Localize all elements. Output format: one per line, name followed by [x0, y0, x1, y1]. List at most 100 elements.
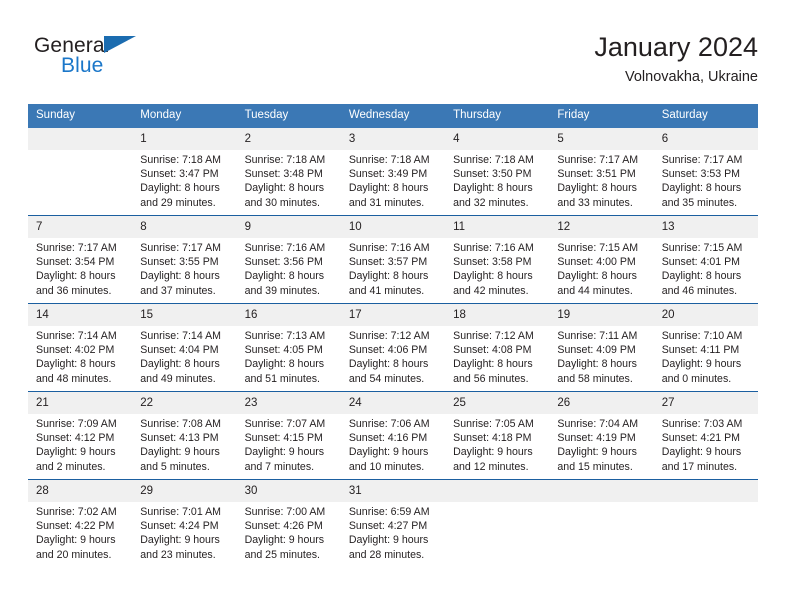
day-cell[interactable]: 3 Sunrise: 7:18 AM Sunset: 3:49 PM Daylight…	[340, 128, 446, 215]
day-cell[interactable]: 1 Sunrise: 7:18 AM Sunset: 3:47 PM Daylight…	[132, 128, 237, 215]
day-cell[interactable]: 27 Sunrise: 7:03 AM Sunset: 4:21 PM Dayligh…	[653, 392, 758, 479]
day-cell[interactable]: 30 Sunrise: 7:00 AM Sunset: 4:26 PM Dayligh…	[236, 480, 341, 567]
sunrise-line: Sunrise: 7:18 AM	[453, 154, 534, 166]
day-cell[interactable]: 7 Sunrise: 7:17 AM Sunset: 3:54 PM Daylight…	[28, 216, 133, 303]
calendar-cell: 14 Sunrise: 7:14 AM Sunset: 4:02 PM Dayligh…	[28, 303, 133, 392]
day-cell[interactable]: 26 Sunrise: 7:04 AM Sunset: 4:19 PM Dayligh…	[549, 392, 654, 479]
day-cell[interactable]: 5 Sunrise: 7:17 AM Sunset: 3:51 PM Daylight…	[549, 128, 654, 215]
calendar-cell: 17 Sunrise: 7:12 AM Sunset: 4:06 PM Dayligh…	[340, 303, 446, 392]
sunset-line: Sunset: 4:00 PM	[557, 256, 636, 269]
sunset-line: Sunset: 4:19 PM	[557, 432, 636, 445]
sunrise-line: Sunrise: 7:16 AM	[244, 242, 326, 254]
logo-text-blue: Blue	[61, 54, 104, 77]
calendar-week-row: 14 Sunrise: 7:14 AM Sunset: 4:02 PM Dayligh…	[28, 303, 758, 392]
sun-info: Sunrise: 7:02 AM Sunset: 4:22 PM Daylight:…	[28, 502, 132, 562]
day-cell[interactable]: 28 Sunrise: 7:02 AM Sunset: 4:22 PM Dayligh…	[28, 480, 133, 567]
calendar-cell: 4 Sunrise: 7:18 AM Sunset: 3:50 PM Daylight…	[445, 128, 550, 216]
day-cell[interactable]: 29 Sunrise: 7:01 AM Sunset: 4:24 PM Dayligh…	[132, 480, 237, 567]
daylight-line-1: Daylight: 8 hours	[348, 358, 429, 371]
sun-info: Sunrise: 7:15 AM Sunset: 4:00 PM Daylight:…	[549, 238, 653, 298]
sunset-line: Sunset: 4:27 PM	[348, 520, 428, 533]
calendar-cell: 31 Sunrise: 6:59 AM Sunset: 4:27 PM Dayligh…	[340, 479, 446, 567]
day-number: 3	[340, 128, 446, 150]
day-cell[interactable]: 31 Sunrise: 6:59 AM Sunset: 4:27 PM Dayligh…	[340, 480, 446, 567]
sunset-line: Sunset: 4:09 PM	[557, 344, 636, 357]
sun-info: Sunrise: 7:14 AM Sunset: 4:04 PM Daylight:…	[132, 326, 236, 386]
day-cell[interactable]: 18 Sunrise: 7:12 AM Sunset: 4:08 PM Dayligh…	[445, 304, 550, 391]
calendar-body: 1 Sunrise: 7:18 AM Sunset: 3:47 PM Daylight…	[28, 128, 758, 567]
day-cell[interactable]: 20 Sunrise: 7:10 AM Sunset: 4:11 PM Dayligh…	[653, 304, 758, 391]
day-number: 18	[445, 304, 550, 326]
day-cell[interactable]: 21 Sunrise: 7:09 AM Sunset: 4:12 PM Dayligh…	[28, 392, 133, 479]
day-number: 27	[653, 392, 758, 414]
daylight-line-1: Daylight: 8 hours	[453, 358, 533, 371]
daylight-line-1: Daylight: 9 hours	[244, 534, 325, 547]
day-cell[interactable]: 15 Sunrise: 7:14 AM Sunset: 4:04 PM Dayligh…	[132, 304, 237, 391]
daylight-line-1: Daylight: 9 hours	[36, 446, 116, 459]
sun-info: Sunrise: 7:16 AM Sunset: 3:56 PM Daylight:…	[237, 238, 341, 298]
calendar-cell: 16 Sunrise: 7:13 AM Sunset: 4:05 PM Dayligh…	[236, 303, 341, 392]
daylight-line-2: and 15 minutes.	[557, 460, 633, 473]
day-cell[interactable]: 22 Sunrise: 7:08 AM Sunset: 4:13 PM Dayligh…	[132, 392, 237, 479]
sun-info: Sunrise: 7:17 AM Sunset: 3:55 PM Daylight:…	[132, 238, 236, 298]
sunset-line: Sunset: 4:16 PM	[348, 432, 428, 445]
daylight-line-2: and 39 minutes.	[244, 284, 320, 297]
daylight-line-1: Daylight: 8 hours	[557, 270, 637, 283]
day-cell[interactable]: 23 Sunrise: 7:07 AM Sunset: 4:15 PM Dayligh…	[236, 392, 341, 479]
sunrise-line: Sunrise: 7:00 AM	[244, 506, 326, 518]
day-number: 28	[28, 480, 133, 502]
day-cell[interactable]: 9 Sunrise: 7:16 AM Sunset: 3:56 PM Daylight…	[236, 216, 341, 303]
daylight-line-1: Daylight: 8 hours	[36, 270, 116, 283]
day-number	[549, 480, 654, 502]
day-cell[interactable]: 4 Sunrise: 7:18 AM Sunset: 3:50 PM Daylight…	[445, 128, 550, 215]
sun-info: Sunrise: 6:59 AM Sunset: 4:27 PM Daylight:…	[341, 502, 445, 562]
day-cell[interactable]: 13 Sunrise: 7:15 AM Sunset: 4:01 PM Dayligh…	[653, 216, 758, 303]
day-cell[interactable]: 8 Sunrise: 7:17 AM Sunset: 3:55 PM Daylight…	[132, 216, 237, 303]
calendar-cell: 27 Sunrise: 7:03 AM Sunset: 4:21 PM Dayligh…	[653, 391, 758, 480]
day-cell[interactable]: 25 Sunrise: 7:05 AM Sunset: 4:18 PM Dayligh…	[445, 392, 550, 479]
day-cell[interactable]: 11 Sunrise: 7:16 AM Sunset: 3:58 PM Dayligh…	[445, 216, 550, 303]
day-cell[interactable]: 16 Sunrise: 7:13 AM Sunset: 4:05 PM Dayligh…	[236, 304, 341, 391]
day-number: 2	[236, 128, 341, 150]
sun-info: Sunrise: 7:04 AM Sunset: 4:19 PM Daylight:…	[549, 414, 653, 474]
sunset-line: Sunset: 4:18 PM	[453, 432, 532, 445]
day-cell[interactable]: 6 Sunrise: 7:17 AM Sunset: 3:53 PM Daylight…	[653, 128, 758, 215]
sunset-line: Sunset: 4:08 PM	[453, 344, 532, 357]
daylight-line-2: and 54 minutes.	[348, 372, 425, 385]
sunset-line: Sunset: 3:50 PM	[453, 168, 532, 181]
sunset-line: Sunset: 3:51 PM	[557, 168, 636, 181]
day-cell[interactable]: 2 Sunrise: 7:18 AM Sunset: 3:48 PM Daylight…	[236, 128, 341, 215]
day-number: 30	[236, 480, 341, 502]
day-cell[interactable]: 19 Sunrise: 7:11 AM Sunset: 4:09 PM Dayligh…	[549, 304, 654, 391]
title-block: January 2024 Volnovakha, Ukraine	[594, 30, 758, 88]
daylight-line-2: and 0 minutes.	[661, 372, 732, 385]
day-number: 16	[236, 304, 341, 326]
daylight-line-1: Daylight: 8 hours	[244, 270, 325, 283]
day-number: 9	[236, 216, 341, 238]
calendar-page: General Blue January 2024 Volnovakha, Uk…	[0, 0, 792, 612]
sunset-line: Sunset: 3:49 PM	[348, 168, 428, 181]
weekday-header-saturday: Saturday	[653, 104, 758, 128]
daylight-line-1: Daylight: 9 hours	[244, 446, 325, 459]
sunrise-line: Sunrise: 7:07 AM	[244, 418, 326, 430]
day-cell[interactable]: 14 Sunrise: 7:14 AM Sunset: 4:02 PM Dayligh…	[28, 304, 133, 391]
sun-info: Sunrise: 7:14 AM Sunset: 4:02 PM Daylight:…	[28, 326, 132, 386]
sun-info: Sunrise: 7:09 AM Sunset: 4:12 PM Daylight:…	[28, 414, 132, 474]
day-cell[interactable]: 12 Sunrise: 7:15 AM Sunset: 4:00 PM Dayligh…	[549, 216, 654, 303]
day-number	[28, 128, 133, 150]
day-number: 8	[132, 216, 237, 238]
calendar-cell: 6 Sunrise: 7:17 AM Sunset: 3:53 PM Daylight…	[653, 128, 758, 216]
day-number: 10	[340, 216, 446, 238]
calendar-cell: 22 Sunrise: 7:08 AM Sunset: 4:13 PM Dayligh…	[132, 391, 237, 480]
day-cell[interactable]: 17 Sunrise: 7:12 AM Sunset: 4:06 PM Dayligh…	[340, 304, 446, 391]
daylight-line-2: and 46 minutes.	[661, 284, 738, 297]
daylight-line-2: and 5 minutes.	[140, 460, 210, 473]
day-cell[interactable]: 24 Sunrise: 7:06 AM Sunset: 4:16 PM Dayligh…	[340, 392, 446, 479]
day-number: 7	[28, 216, 133, 238]
calendar-cell: 23 Sunrise: 7:07 AM Sunset: 4:15 PM Dayligh…	[236, 391, 341, 480]
sun-info: Sunrise: 7:17 AM Sunset: 3:51 PM Daylight:…	[549, 150, 653, 210]
sunrise-line: Sunrise: 7:17 AM	[140, 242, 221, 254]
day-cell[interactable]: 10 Sunrise: 7:16 AM Sunset: 3:57 PM Dayligh…	[340, 216, 446, 303]
general-blue-logo[interactable]: General Blue	[34, 34, 274, 92]
daylight-line-2: and 58 minutes.	[557, 372, 633, 385]
